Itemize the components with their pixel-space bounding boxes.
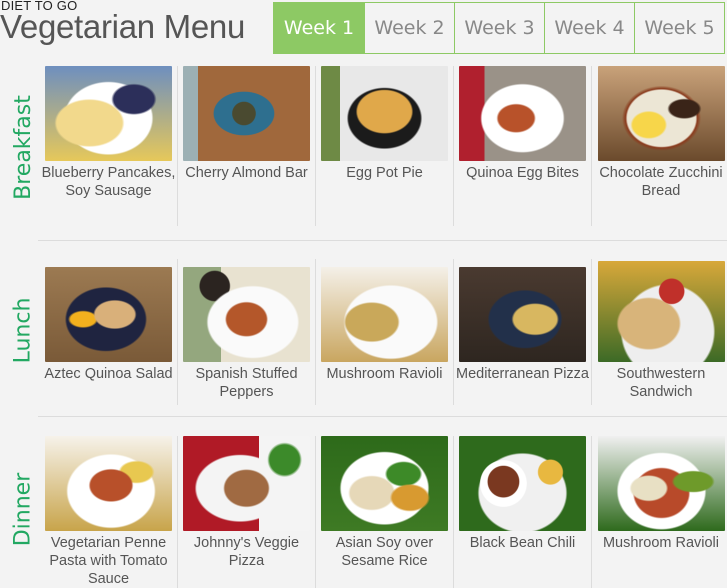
menu-item[interactable]: Chocolate Zucchini Bread	[592, 66, 727, 226]
menu-item[interactable]: Blueberry Pancakes, Soy Sausage	[40, 66, 178, 226]
menu-item-name[interactable]: Chocolate Zucchini Bread	[592, 164, 727, 200]
lunch-heading: Lunch	[10, 297, 36, 363]
menu-item-name[interactable]: Johnny's Veggie Pizza	[178, 534, 316, 570]
section-divider	[38, 416, 727, 417]
menu-item-name[interactable]: Black Bean Chili	[454, 534, 592, 552]
menu-item[interactable]: Quinoa Egg Bites	[454, 66, 592, 226]
tab-week-1[interactable]: Week 1	[274, 3, 364, 53]
section-lunch: Lunch Aztec Quinoa Salad Spanish Stuffed…	[0, 255, 727, 415]
mushroom-ravioli-photo[interactable]	[321, 267, 448, 362]
menu-item-name[interactable]: Spanish Stuffed Peppers	[178, 365, 316, 401]
menu-item[interactable]: Vegetarian Penne Pasta with Tomato Sauce	[40, 436, 178, 588]
blueberry-pancakes-photo[interactable]	[45, 66, 172, 161]
mediterranean-pizza-photo[interactable]	[459, 267, 586, 362]
spanish-stuffed-peppers-photo[interactable]	[183, 267, 310, 362]
tab-week-4[interactable]: Week 4	[544, 3, 634, 53]
aztec-quinoa-salad-photo[interactable]	[45, 267, 172, 362]
menu-item-name[interactable]: Mushroom Ravioli	[592, 534, 727, 552]
week-tabs: Week 1 Week 2 Week 3 Week 4 Week 5	[273, 2, 725, 54]
menu-item[interactable]: Aztec Quinoa Salad	[40, 259, 178, 405]
section-label-dinner: Dinner	[8, 430, 38, 588]
section-divider	[38, 240, 727, 241]
menu-item[interactable]: Asian Soy over Sesame Rice	[316, 436, 454, 588]
menu-item[interactable]: Southwestern Sandwich	[592, 259, 727, 405]
menu-item-name[interactable]: Aztec Quinoa Salad	[40, 365, 178, 383]
tab-week-3[interactable]: Week 3	[454, 3, 544, 53]
section-dinner: Dinner Vegetarian Penne Pasta with Tomat…	[0, 430, 727, 588]
asian-soy-sesame-rice-photo[interactable]	[321, 436, 448, 531]
menu-item-name[interactable]: Egg Pot Pie	[316, 164, 454, 182]
menu-item-name[interactable]: Blueberry Pancakes, Soy Sausage	[40, 164, 178, 200]
johnnys-veggie-pizza-photo[interactable]	[183, 436, 310, 531]
menu-item[interactable]: Mediterranean Pizza	[454, 259, 592, 405]
menu-item-name[interactable]: Cherry Almond Bar	[178, 164, 316, 182]
menu-item[interactable]: Egg Pot Pie	[316, 66, 454, 226]
menu-item-name[interactable]: Mediterranean Pizza	[454, 365, 592, 383]
menu-item[interactable]: Cherry Almond Bar	[178, 66, 316, 226]
cherry-almond-bar-photo[interactable]	[183, 66, 310, 161]
dinner-items: Vegetarian Penne Pasta with Tomato Sauce…	[40, 436, 727, 588]
menu-item-name[interactable]: Mushroom Ravioli	[316, 365, 454, 383]
section-label-breakfast: Breakfast	[8, 62, 38, 232]
dinner-heading: Dinner	[10, 472, 36, 546]
menu-item[interactable]: Johnny's Veggie Pizza	[178, 436, 316, 588]
menu-item-name[interactable]: Quinoa Egg Bites	[454, 164, 592, 182]
chocolate-zucchini-bread-photo[interactable]	[597, 66, 725, 161]
egg-pot-pie-photo[interactable]	[321, 66, 448, 161]
breakfast-items: Blueberry Pancakes, Soy Sausage Cherry A…	[40, 66, 727, 226]
menu-item[interactable]: Mushroom Ravioli	[316, 259, 454, 405]
breakfast-heading: Breakfast	[10, 94, 36, 200]
southwestern-sandwich-photo[interactable]	[597, 261, 725, 362]
section-label-lunch: Lunch	[8, 255, 38, 405]
black-bean-chili-photo[interactable]	[459, 436, 586, 531]
menu-item-name[interactable]: Asian Soy over Sesame Rice	[316, 534, 454, 570]
menu-item-name[interactable]: Southwestern Sandwich	[592, 365, 727, 401]
quinoa-egg-bites-photo[interactable]	[459, 66, 586, 161]
mushroom-ravioli-dinner-photo[interactable]	[597, 436, 725, 531]
page-title: Vegetarian Menu	[0, 8, 246, 45]
section-breakfast: Breakfast Blueberry Pancakes, Soy Sausag…	[0, 62, 727, 232]
vegetarian-penne-pasta-photo[interactable]	[45, 436, 172, 531]
tab-week-2[interactable]: Week 2	[364, 3, 454, 53]
menu-item[interactable]: Black Bean Chili	[454, 436, 592, 588]
menu-item-name[interactable]: Vegetarian Penne Pasta with Tomato Sauce	[40, 534, 178, 588]
menu-item[interactable]: Mushroom Ravioli	[592, 436, 727, 588]
menu-item[interactable]: Spanish Stuffed Peppers	[178, 259, 316, 405]
lunch-items: Aztec Quinoa Salad Spanish Stuffed Peppe…	[40, 259, 727, 405]
tab-week-5[interactable]: Week 5	[634, 3, 724, 53]
